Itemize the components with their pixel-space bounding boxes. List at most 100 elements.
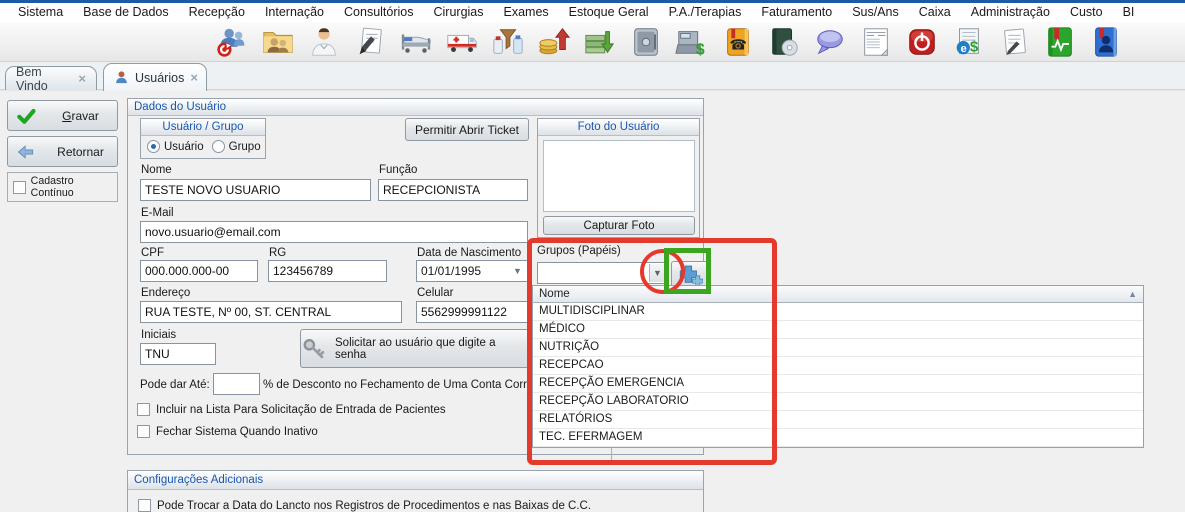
pode-trocar-data-checkbox[interactable] (138, 499, 151, 512)
money-down-icon[interactable] (583, 25, 617, 59)
radio-usuario-label: Usuário (164, 141, 204, 153)
tab-usuarios[interactable]: Usuários × (103, 63, 207, 91)
grupos-combo-arrow-icon[interactable]: ▼ (649, 264, 665, 282)
svg-text:e: e (960, 42, 966, 54)
capturar-foto-button[interactable]: Capturar Foto (543, 216, 695, 235)
document-sign-icon[interactable] (997, 25, 1031, 59)
tab-usuarios-close-icon[interactable]: × (190, 71, 198, 84)
data-nascimento-combo[interactable]: 01/01/1995 ▼ (416, 260, 528, 282)
cash-register-icon[interactable]: $ (675, 25, 709, 59)
menu-faturamento[interactable]: Faturamento (751, 3, 842, 22)
ambulance-icon[interactable] (445, 25, 479, 59)
grid-row[interactable]: TEC. EFERMAGEM (533, 429, 1143, 447)
e-invoice-icon[interactable]: e$ (951, 25, 985, 59)
menu-administracao[interactable]: Administração (961, 3, 1060, 22)
menu-recepcao[interactable]: Recepção (179, 3, 255, 22)
menu-internacao[interactable]: Internação (255, 3, 334, 22)
money-up-icon[interactable] (537, 25, 571, 59)
document-pen-icon[interactable] (353, 25, 387, 59)
sort-asc-icon[interactable]: ▲ (1128, 289, 1137, 299)
radio-grupo[interactable] (212, 140, 225, 153)
svg-text:$: $ (696, 40, 705, 58)
menu-estoque-geral[interactable]: Estoque Geral (559, 3, 659, 22)
tab-bem-vindo-close-icon[interactable]: × (78, 72, 86, 85)
safe-icon[interactable] (629, 25, 663, 59)
cadastro-continuo-checkbox[interactable] (13, 181, 26, 194)
iniciais-label: Iniciais (141, 329, 176, 341)
chevron-down-icon[interactable]: ▼ (510, 261, 525, 281)
folder-users-icon[interactable] (261, 25, 295, 59)
grid-row[interactable]: NUTRIÇÃO (533, 339, 1143, 357)
menu-bar: Sistema Base de Dados Recepção Internaçã… (0, 3, 1185, 22)
doctor-icon[interactable] (307, 25, 341, 59)
contacts-book-icon[interactable] (1089, 25, 1123, 59)
grupos-papeis-label: Grupos (Papéis) (537, 245, 621, 257)
radio-usuario[interactable] (147, 140, 160, 153)
menu-cirurgias[interactable]: Cirurgias (424, 3, 494, 22)
nome-input[interactable] (140, 179, 371, 201)
power-icon[interactable] (905, 25, 939, 59)
desconto-suffix-label: % de Desconto no Fechamento de Uma Conta… (263, 379, 549, 391)
rg-input[interactable] (268, 260, 387, 282)
data-nascimento-label: Data de Nascimento (417, 247, 521, 259)
retornar-button[interactable]: Retornar (7, 136, 118, 167)
grid-row[interactable]: MULTIDISCIPLINAR (533, 303, 1143, 321)
menu-bi[interactable]: BI (1113, 3, 1145, 22)
data-nascimento-value: 01/01/1995 (421, 264, 481, 278)
gravar-label: Gravar (44, 109, 117, 123)
funcao-label: Função (379, 164, 417, 176)
nome-label: Nome (141, 164, 172, 176)
menu-base-de-dados[interactable]: Base de Dados (73, 3, 178, 22)
hospital-bed-icon[interactable] (399, 25, 433, 59)
menu-sus-ans[interactable]: Sus/Ans (842, 3, 909, 22)
tab-bem-vindo-label: Bem Vindo (16, 65, 72, 93)
panel-divider (611, 447, 612, 464)
chat-icon[interactable] (813, 25, 847, 59)
endereco-input[interactable] (140, 301, 402, 323)
grid-row[interactable]: RECEPÇÃO EMERGENCIA (533, 375, 1143, 393)
desconto-input[interactable] (213, 373, 260, 395)
grid-row[interactable]: RELATÓRIOS (533, 411, 1143, 429)
foto-usuario-title: Foto do Usuário (538, 119, 699, 136)
menu-exames[interactable]: Exames (494, 3, 559, 22)
usuario-grupo-box: Usuário / Grupo Usuário Grupo (140, 118, 266, 159)
add-grupo-button[interactable] (671, 261, 708, 288)
invoice-icon[interactable] (859, 25, 893, 59)
health-book-icon[interactable] (1043, 25, 1077, 59)
iniciais-input[interactable] (140, 343, 216, 365)
tab-bem-vindo[interactable]: Bem Vindo × (5, 66, 97, 90)
cadastro-continuo-box: Cadastro Contínuo (7, 172, 118, 202)
menu-consultorios[interactable]: Consultórios (334, 3, 423, 22)
svg-text:$: $ (970, 38, 979, 55)
grid-row[interactable]: RECEPÇÃO LABORATORIO (533, 393, 1143, 411)
solicitar-senha-button[interactable]: Solicitar ao usuário que digite a senha (300, 329, 529, 368)
grid-header-label: Nome (539, 288, 570, 300)
fechar-sistema-checkbox[interactable] (137, 425, 150, 438)
grupos-grid: Nome ▲ MULTIDISCIPLINAR MÉDICO NUTRIÇÃO … (532, 285, 1144, 448)
pode-dar-ate-label: Pode dar Até: (140, 379, 210, 391)
phonebook-icon[interactable]: ☎ (721, 25, 755, 59)
celular-input[interactable] (416, 301, 528, 323)
grupos-combo[interactable]: ▼ (537, 262, 667, 284)
menu-custo[interactable]: Custo (1060, 3, 1113, 22)
grid-header-nome[interactable]: Nome ▲ (533, 286, 1143, 303)
grid-row[interactable]: RECEPCAO (533, 357, 1143, 375)
pharmacy-stock-icon[interactable] (491, 25, 525, 59)
gravar-button[interactable]: Gravar (7, 100, 118, 131)
cpf-input[interactable] (140, 260, 258, 282)
email-input[interactable] (140, 221, 528, 243)
config-adicionais-panel: Configurações Adicionais Pode Trocar a D… (127, 470, 704, 512)
back-arrow-icon (16, 142, 36, 162)
incluir-lista-checkbox[interactable] (137, 403, 150, 416)
menu-sistema[interactable]: Sistema (8, 3, 73, 22)
config-adicionais-title: Configurações Adicionais (128, 471, 703, 490)
menu-pa-terapias[interactable]: P.A./Terapias (659, 3, 752, 22)
users-sync-icon[interactable] (215, 25, 249, 59)
email-label: E-Mail (141, 207, 174, 219)
user-tab-icon (114, 70, 129, 85)
grid-row[interactable]: MÉDICO (533, 321, 1143, 339)
book-cd-icon[interactable] (767, 25, 801, 59)
funcao-input[interactable] (378, 179, 528, 201)
menu-caixa[interactable]: Caixa (909, 3, 961, 22)
permitir-abrir-ticket-button[interactable]: Permitir Abrir Ticket (405, 118, 529, 141)
